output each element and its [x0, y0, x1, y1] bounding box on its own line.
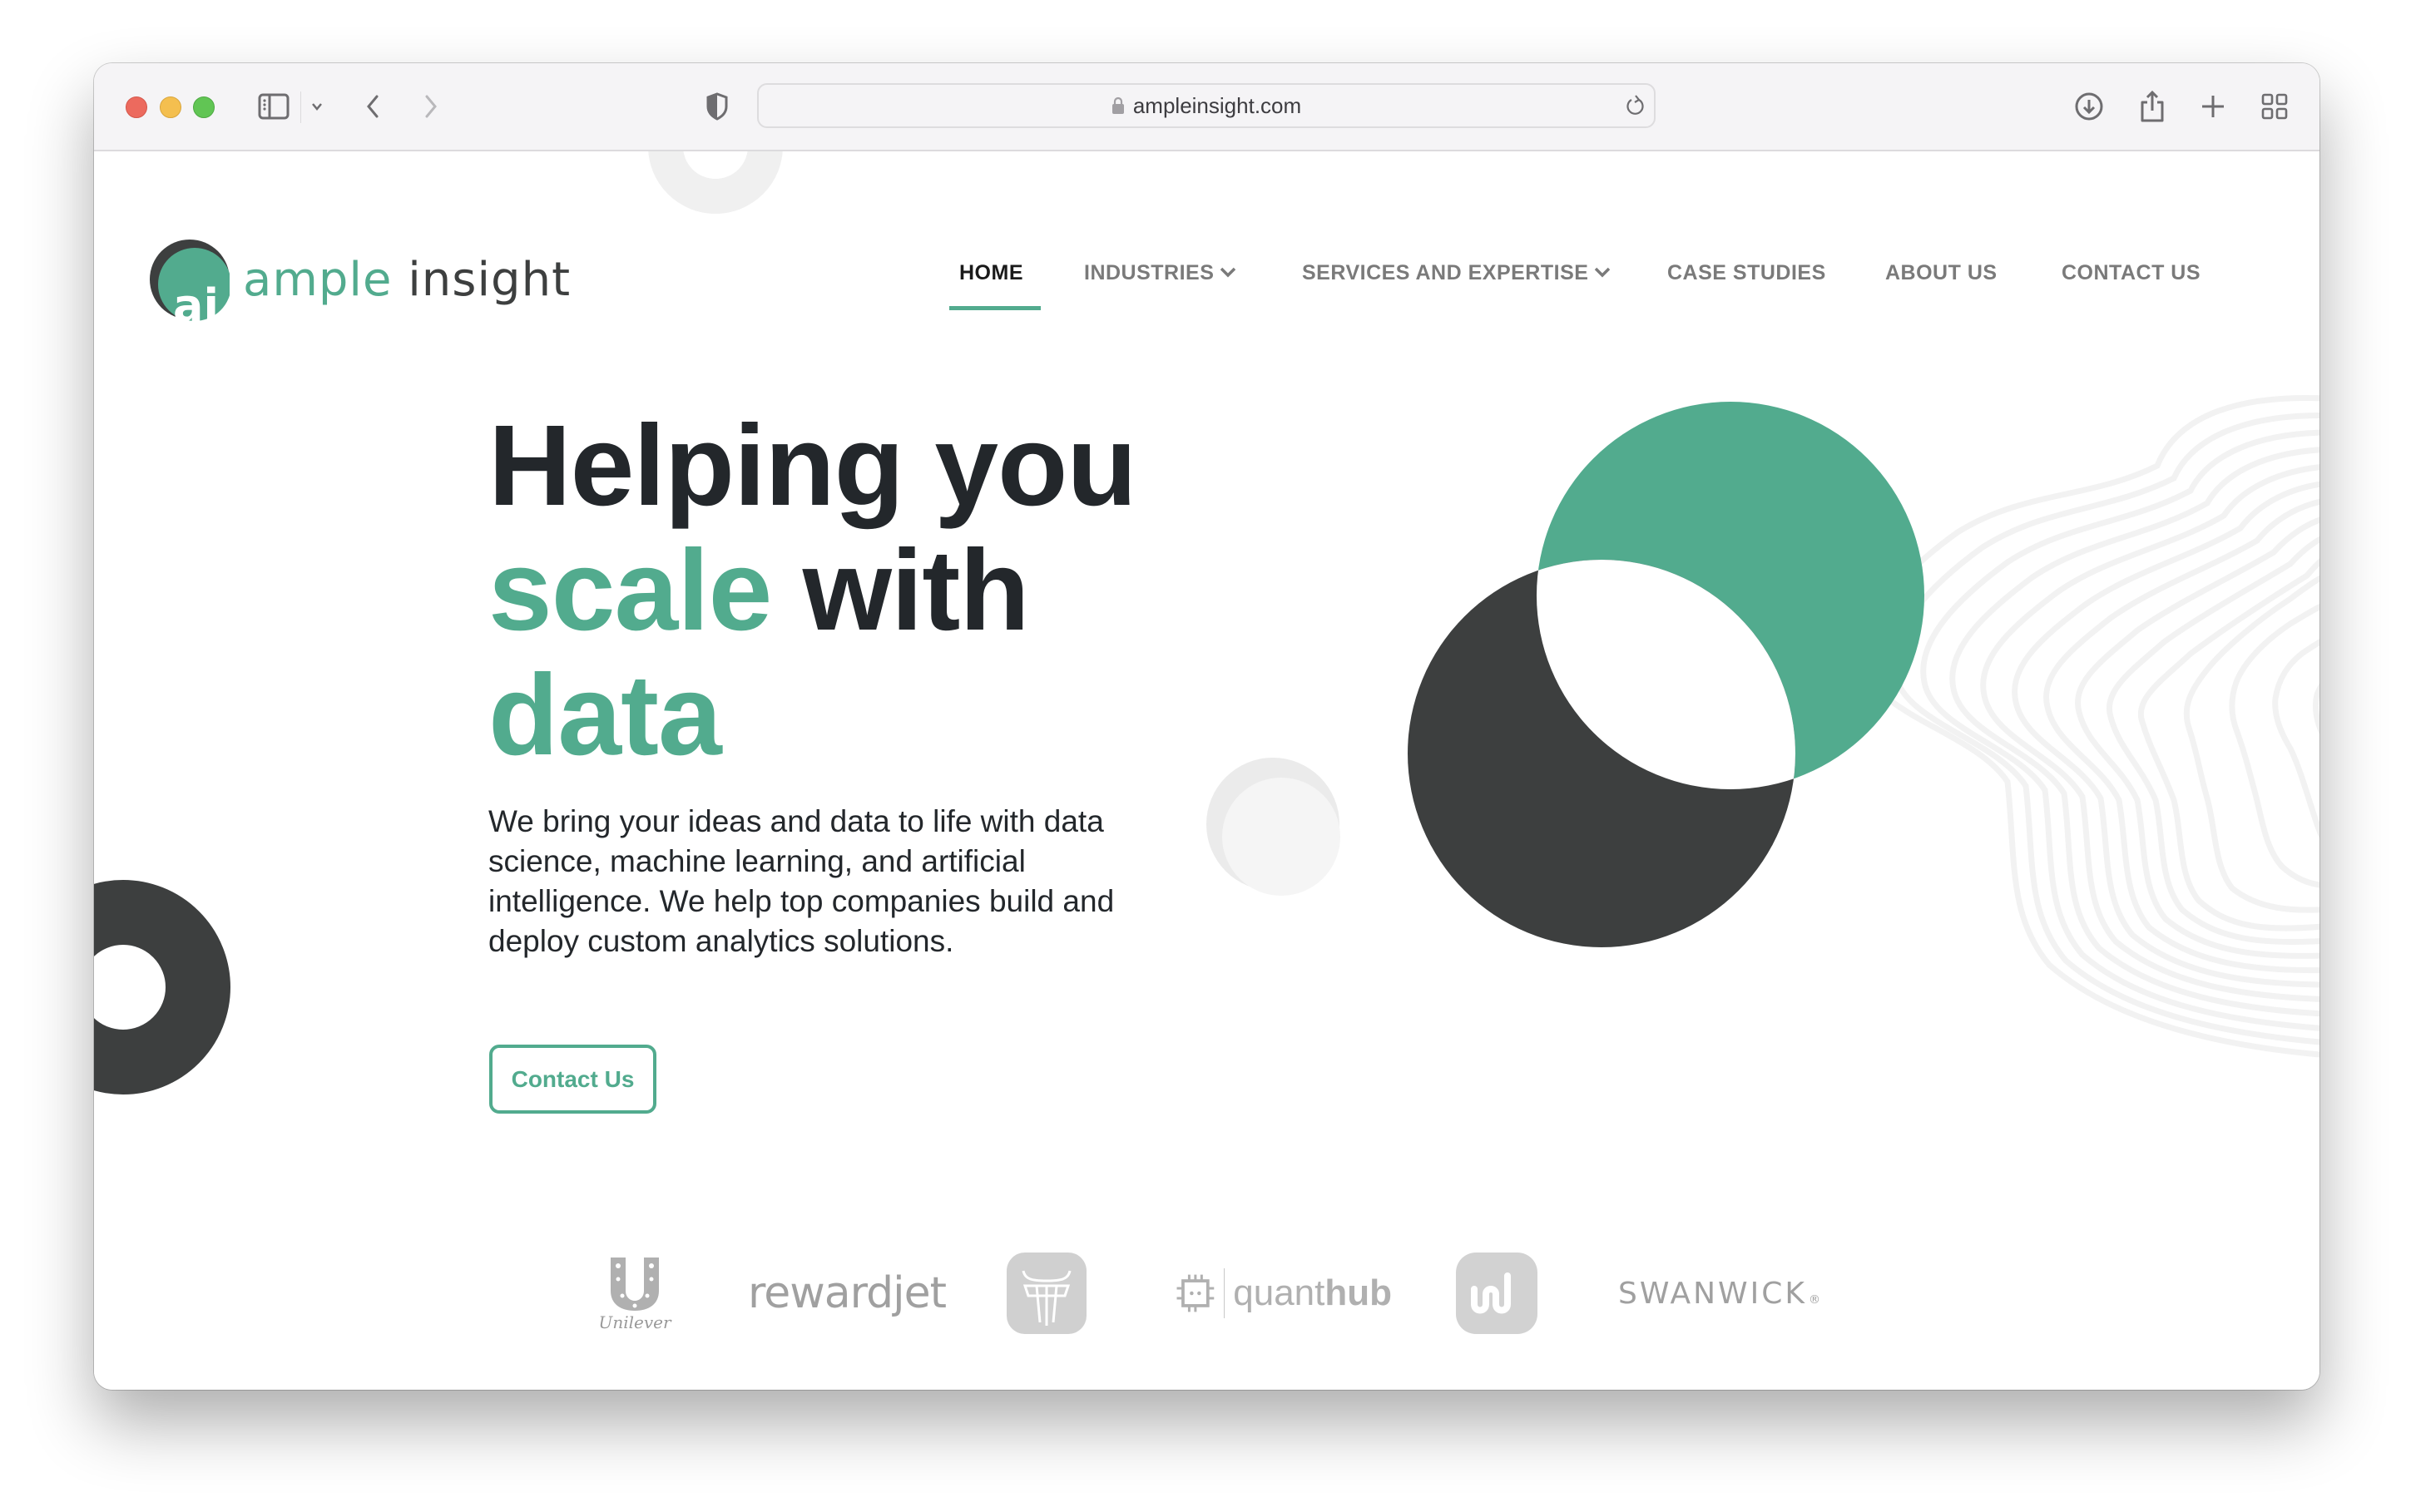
quanthub-divider	[1223, 1268, 1225, 1318]
client-logos: Unilever rewardjet quanthub SWANWICK ®	[94, 1243, 2319, 1343]
forward-icon[interactable]	[418, 88, 443, 125]
chevron-down-icon	[1219, 246, 1237, 296]
hero-description: We bring your ideas and data to life wit…	[488, 804, 1115, 958]
client-logo-rewardjet: rewardjet	[748, 1268, 947, 1318]
minimize-window-button[interactable]	[160, 96, 181, 118]
client-logo-unilever: Unilever	[593, 1243, 676, 1343]
nav-industries[interactable]: INDUSTRIES	[1084, 248, 1237, 298]
unilever-u-icon	[611, 1258, 659, 1311]
hero-heading: Helping you scale with data	[488, 402, 1137, 779]
nav-home[interactable]: HOME	[959, 248, 1023, 298]
toolbar-divider	[300, 91, 301, 123]
page-content: ai ample insight HOME INDUSTRIES SERVICE…	[94, 150, 2319, 1390]
dark-ring-decoration	[94, 880, 230, 1094]
client-logo-w	[1456, 1243, 1537, 1343]
address-bar[interactable]: ampleinsight.com	[757, 83, 1656, 128]
sidebar-menu-chevron-icon[interactable]	[305, 88, 329, 125]
url-text: ampleinsight.com	[1132, 93, 1302, 118]
browser-toolbar: ampleinsight.com	[94, 63, 2319, 151]
contour-lines-decoration	[1862, 394, 2319, 1058]
nav-case-studies[interactable]: CASE STUDIES	[1667, 248, 1826, 298]
zoom-window-button[interactable]	[193, 96, 215, 118]
client-logo-quanthub: quanthub	[1176, 1243, 1392, 1343]
nav-services-and-expertise[interactable]: SERVICES AND EXPERTISE	[1302, 248, 1611, 298]
sidebar-toggle-icon[interactable]	[257, 88, 290, 125]
browser-window: ampleinsight.com ai ample insight HOME I…	[94, 63, 2319, 1390]
background-decorations	[94, 150, 2319, 1094]
chevron-down-icon	[1593, 246, 1611, 296]
nav-about-us[interactable]: ABOUT US	[1885, 248, 1998, 298]
close-window-button[interactable]	[126, 96, 147, 118]
light-ring-decoration	[648, 150, 783, 214]
nav-active-indicator	[949, 306, 1041, 310]
contact-us-button[interactable]: Contact Us	[489, 1045, 656, 1114]
grid-icon[interactable]	[2258, 88, 2291, 125]
reload-icon[interactable]	[1624, 93, 1646, 122]
share-icon[interactable]	[2136, 88, 2169, 125]
plus-icon[interactable]	[2196, 88, 2230, 125]
client-logo-swanwick: SWANWICK ®	[1618, 1276, 1823, 1311]
w-logo-icon	[1456, 1253, 1537, 1334]
bull-logo-icon	[1007, 1253, 1087, 1334]
lock-icon	[1111, 86, 1125, 128]
quanthub-chip-icon	[1176, 1274, 1215, 1312]
main-nav: HOME INDUSTRIES SERVICES AND EXPERTISE C…	[94, 248, 2319, 298]
back-icon[interactable]	[360, 88, 385, 125]
client-logo-bull	[1007, 1243, 1087, 1343]
download-icon[interactable]	[2072, 88, 2106, 125]
light-circle-front	[1222, 778, 1340, 896]
nav-contact-us[interactable]: CONTACT US	[2062, 248, 2201, 298]
shield-icon[interactable]	[703, 88, 731, 125]
